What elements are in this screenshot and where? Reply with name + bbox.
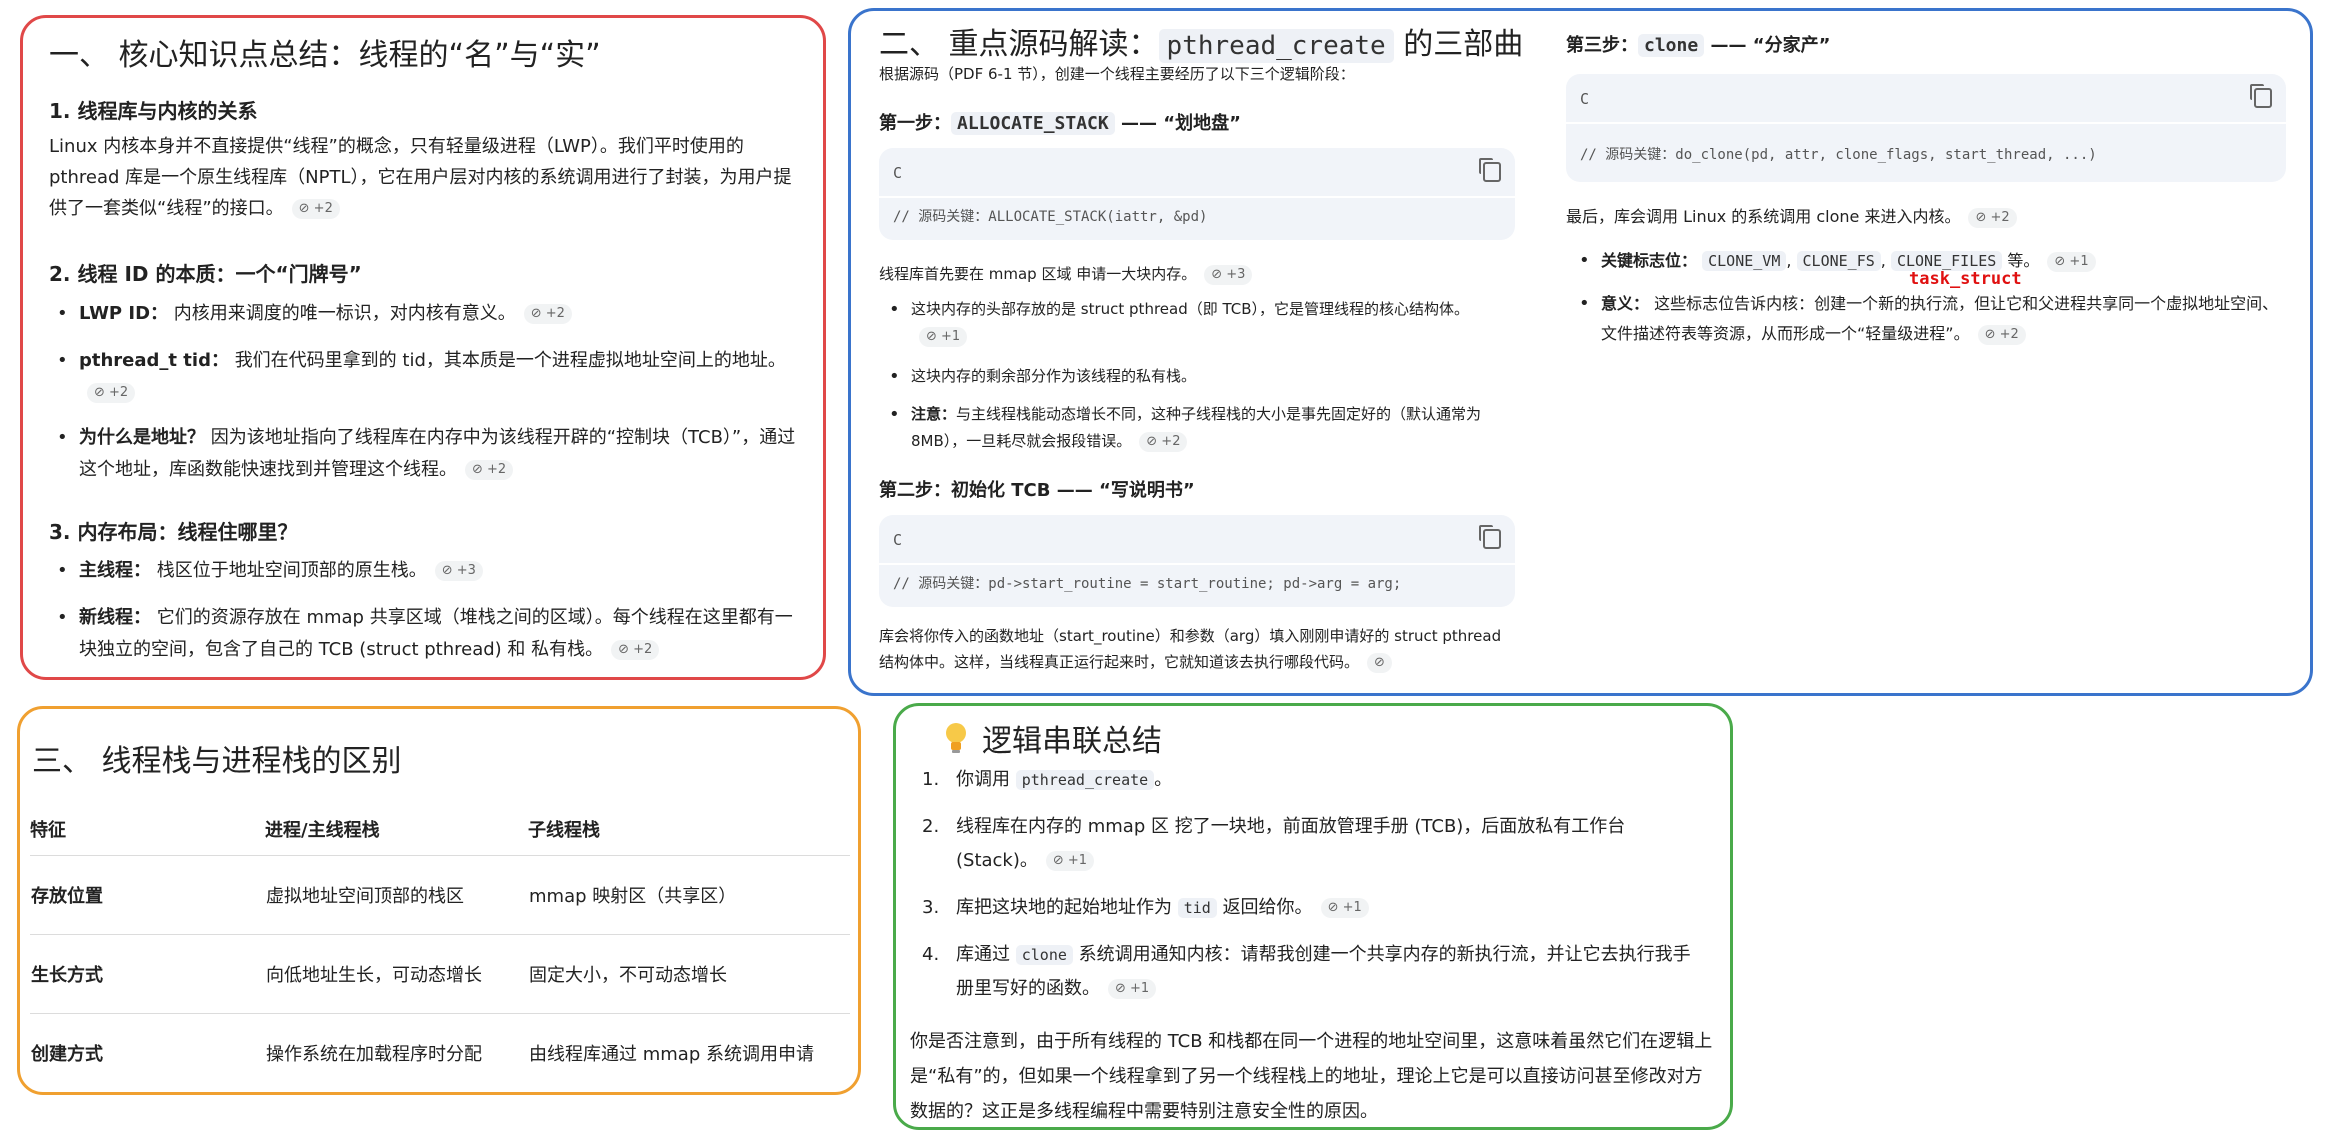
subsection-title-1: 1. 线程库与内核的关系 bbox=[49, 99, 258, 123]
step3-text: 最后，库会调用 Linux 的系统调用 clone 来进入内核。 ⊘ +2 bbox=[1566, 201, 2286, 232]
step3-title: 第三步： clone —— “分家产” bbox=[1566, 34, 1831, 57]
list-item: • 注意：与主线程栈能动态增长不同，这种子线程栈的大小是事先固定好的（默认通常为 … bbox=[889, 404, 1482, 452]
list-item: • pthread_t tid： 我们在代码里拿到的 tid，其本质是一个进程虚拟… bbox=[57, 345, 809, 409]
copy-icon[interactable] bbox=[1479, 525, 1501, 549]
citation-chip[interactable]: ⊘ +2 bbox=[465, 460, 514, 480]
code-block-2: C // 源码关键：pd->start_routine = start_rout… bbox=[879, 515, 1515, 607]
comparison-table: 特征 进程/主线程栈 子线程栈 存放位置 虚拟地址空间顶部的栈区 mmap 映射… bbox=[30, 803, 850, 1092]
citation-chip[interactable]: ⊘ +1 bbox=[919, 326, 968, 347]
list-item: • 意义： 这些标志位告诉内核：创建一个新的执行流，但让它和父进程共享同一个虚拟地… bbox=[1579, 293, 2279, 345]
step2-title: 第二步：初始化 TCB —— “写说明书” bbox=[879, 480, 1195, 501]
list-item: • 这块内存的头部存放的是 struct pthread（即 TCB），它是管理线… bbox=[889, 296, 1511, 350]
citation-chip[interactable]: ⊘ +2 bbox=[1968, 207, 2017, 228]
list-item: • 为什么是地址？ 因为该地址指向了线程库在内存中为该线程开辟的“控制块（TCB）… bbox=[57, 427, 796, 480]
step1-title: 第一步： ALLOCATE_STACK —— “划地盘” bbox=[879, 112, 1241, 135]
citation-chip[interactable]: ⊘ +2 bbox=[1139, 431, 1188, 452]
summary-paragraph: 你是否注意到，由于所有线程的 TCB 和栈都在同一个进程的地址空间里，这意味着虽… bbox=[910, 1031, 1713, 1122]
citation-chip[interactable]: ⊘ +2 bbox=[611, 640, 660, 660]
table-row: 存放位置 虚拟地址空间顶部的栈区 mmap 映射区（共享区） bbox=[30, 855, 850, 935]
list-item: 4. 库通过 clone 系统调用通知内核：请帮我创建一个共享内存的新执行流，并让… bbox=[922, 944, 1691, 999]
table-row: 生长方式 向低地址生长，可动态增长 固定大小，不可动态增长 bbox=[30, 934, 850, 1014]
code-block-3: C // 源码关键：do_clone(pd, attr, clone_flags… bbox=[1566, 74, 2286, 182]
table-header: 进程/主线程栈 bbox=[265, 803, 528, 856]
citation-chip[interactable]: ⊘ bbox=[1367, 652, 1392, 673]
lightbulb-icon bbox=[944, 721, 968, 753]
intro-text: 根据源码（PDF 6-1 节），创建一个线程主要经历了以下三个逻辑阶段： bbox=[879, 65, 1355, 83]
table-row: 创建方式 操作系统在加载程序时分配 由线程库通过 mmap 系统调用申请 bbox=[30, 1013, 850, 1092]
panel-logic-summary: 逻辑串联总结 1. 你调用 pthread_create。 2. 线程库在内存的 m… bbox=[893, 703, 1733, 1130]
citation-chip[interactable]: ⊘ +1 bbox=[1108, 979, 1157, 999]
copy-icon[interactable] bbox=[2250, 84, 2272, 108]
table-header: 特征 bbox=[30, 803, 265, 856]
section-title-3: 三、 线程栈与进程栈的区别 bbox=[32, 744, 402, 779]
handwritten-annotation: task_struct bbox=[1909, 269, 2022, 289]
citation-chip[interactable]: ⊘ +2 bbox=[87, 383, 136, 403]
list-item: • 新线程： 它们的资源存放在 mmap 共享区域（堆栈之间的区域）。每个线程在这… bbox=[57, 607, 793, 660]
citation-chip[interactable]: ⊘ +2 bbox=[523, 304, 572, 324]
list-item: • LWP ID： 内核用来调度的唯一标识，对内核有意义。 ⊘ +2 bbox=[57, 298, 809, 330]
panel-stack-comparison: 三、 线程栈与进程栈的区别 特征 进程/主线程栈 子线程栈 存放位置 虚拟地址空… bbox=[17, 706, 861, 1095]
step2-text: 库会将你传入的函数地址（start_routine）和参数（arg）填入刚刚申请… bbox=[879, 627, 1502, 673]
s1-paragraph: Linux 内核本身并不直接提供“线程”的概念，只有轻量级进程（LWP）。我们平… bbox=[49, 136, 792, 219]
citation-chip[interactable]: ⊘ +2 bbox=[291, 199, 340, 219]
subsection-title-2: 2. 线程 ID 的本质：一个“门牌号” bbox=[49, 262, 362, 286]
citation-chip[interactable]: ⊘ +1 bbox=[1320, 898, 1369, 918]
citation-chip[interactable]: ⊘ +2 bbox=[1977, 324, 2026, 345]
section-title-2: 二、 重点源码解读： pthread_create 的三部曲 bbox=[879, 27, 1524, 63]
code-block-1: C // 源码关键：ALLOCATE_STACK(iattr, &pd) bbox=[879, 148, 1515, 240]
citation-chip[interactable]: ⊘ +3 bbox=[434, 561, 483, 581]
step1-text: 线程库首先要在 mmap 区域 申请一大块内存。 ⊘ +3 bbox=[879, 261, 1519, 287]
section-title-4: 逻辑串联总结 bbox=[944, 716, 1162, 760]
list-item: 3. 库把这块地的起始地址作为 tid 返回给你。 ⊘ +1 bbox=[922, 892, 1696, 924]
list-item: • 这块内存的剩余部分作为该线程的私有栈。 bbox=[889, 366, 1197, 387]
panel-core-summary: 一、 核心知识点总结：线程的“名”与“实” 1. 线程库与内核的关系 Linux… bbox=[20, 15, 826, 680]
panel-source-walkthrough: 二、 重点源码解读： pthread_create 的三部曲 根据源码（PDF 6… bbox=[848, 8, 2313, 696]
list-item: 1. 你调用 pthread_create。 bbox=[922, 769, 1173, 790]
copy-icon[interactable] bbox=[1479, 158, 1501, 182]
table-header-row: 特征 进程/主线程栈 子线程栈 bbox=[30, 803, 850, 856]
list-item: • 主线程： 栈区位于地址空间顶部的原生栈。 ⊘ +3 bbox=[57, 555, 809, 587]
table-header: 子线程栈 bbox=[528, 803, 850, 856]
citation-chip[interactable]: ⊘ +1 bbox=[1045, 851, 1095, 871]
section-title-1: 一、 核心知识点总结：线程的“名”与“实” bbox=[49, 38, 601, 73]
citation-chip[interactable]: ⊘ +1 bbox=[2047, 251, 2096, 272]
citation-chip[interactable]: ⊘ +3 bbox=[1204, 264, 1253, 285]
list-item: 2. 线程库在内存的 mmap 区 挖了一块地，前面放管理手册 (TCB)，后面放… bbox=[922, 816, 1626, 871]
subsection-title-3: 3. 内存布局：线程住哪里？ bbox=[49, 520, 298, 544]
